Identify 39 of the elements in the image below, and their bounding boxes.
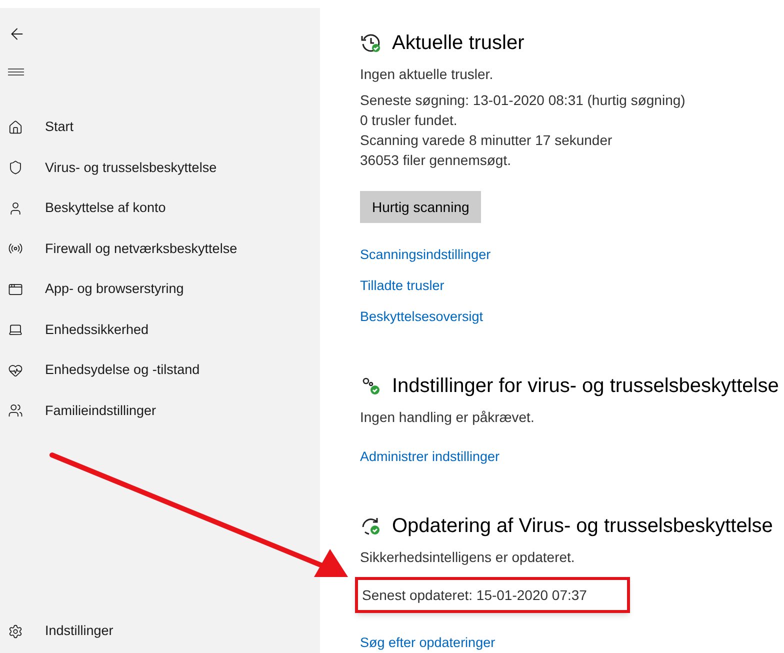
heart-icon bbox=[8, 362, 23, 378]
antenna-icon bbox=[8, 241, 23, 256]
clock-check-icon bbox=[360, 32, 382, 54]
status-text: Sikkerhedsintelligens er opdateret. bbox=[360, 548, 576, 567]
home-icon bbox=[8, 120, 23, 135]
menu-icon[interactable] bbox=[8, 68, 24, 76]
family-icon bbox=[8, 403, 23, 418]
sidebar-item[interactable]: Start bbox=[0, 107, 320, 148]
detail-text: Seneste søgning: 13-01-2020 08:31 (hurtig søgning) bbox=[360, 91, 686, 110]
link[interactable]: Beskyttelsesoversigt bbox=[360, 307, 484, 327]
settings-item[interactable]: Indstillinger bbox=[0, 611, 320, 651]
sidebar-item[interactable]: Beskyttelse af konto bbox=[0, 188, 320, 228]
shield-icon bbox=[8, 160, 23, 176]
sidebar-item[interactable]: Enhedsydelse og -tilstand bbox=[0, 350, 320, 390]
detail-text: 0 trusler fundet. bbox=[360, 111, 458, 130]
detail-text: 36053 filer gennemsøgt. bbox=[360, 151, 512, 170]
section-heading: Opdatering af Virus- og trusselsbeskyttelse bbox=[392, 514, 773, 539]
link[interactable]: Administrer indstillinger bbox=[360, 447, 500, 467]
person-icon bbox=[8, 200, 23, 216]
quick-scan-button[interactable]: Hurtig scanning bbox=[360, 191, 482, 223]
sidebar-item[interactable]: Enhedssikkerhed bbox=[0, 310, 320, 350]
settings-icon bbox=[8, 624, 23, 638]
status-text: Ingen handling er påkrævet. bbox=[360, 408, 536, 427]
sidebar-item[interactable]: Virus- og trusselsbeskyttelse bbox=[0, 148, 320, 188]
window-icon bbox=[8, 282, 23, 297]
status-text: Ingen aktuelle trusler. bbox=[360, 65, 494, 84]
gears-check-icon bbox=[360, 375, 382, 397]
sidebar-item[interactable]: Familieindstillinger bbox=[0, 390, 320, 431]
sync-check-icon bbox=[360, 515, 382, 537]
link[interactable]: Tilladte trusler bbox=[360, 276, 444, 296]
detail-text: Senest opdateret: 15-01-2020 07:37 bbox=[355, 577, 630, 613]
section-heading: Indstillinger for virus- og trusselsbeskyttelse bbox=[392, 374, 779, 399]
link[interactable]: Søg efter opdateringer bbox=[360, 633, 496, 653]
sidebar-item[interactable]: Firewall og netværksbeskyttelse bbox=[0, 228, 320, 269]
link[interactable]: Scanningsindstillinger bbox=[360, 245, 491, 265]
sidebar-item[interactable]: App- og browserstyring bbox=[0, 269, 320, 310]
section-heading: Aktuelle trusler bbox=[392, 31, 524, 56]
laptop-icon bbox=[8, 322, 23, 338]
detail-text: Scanning varede 8 minutter 17 sekunder bbox=[360, 131, 614, 150]
